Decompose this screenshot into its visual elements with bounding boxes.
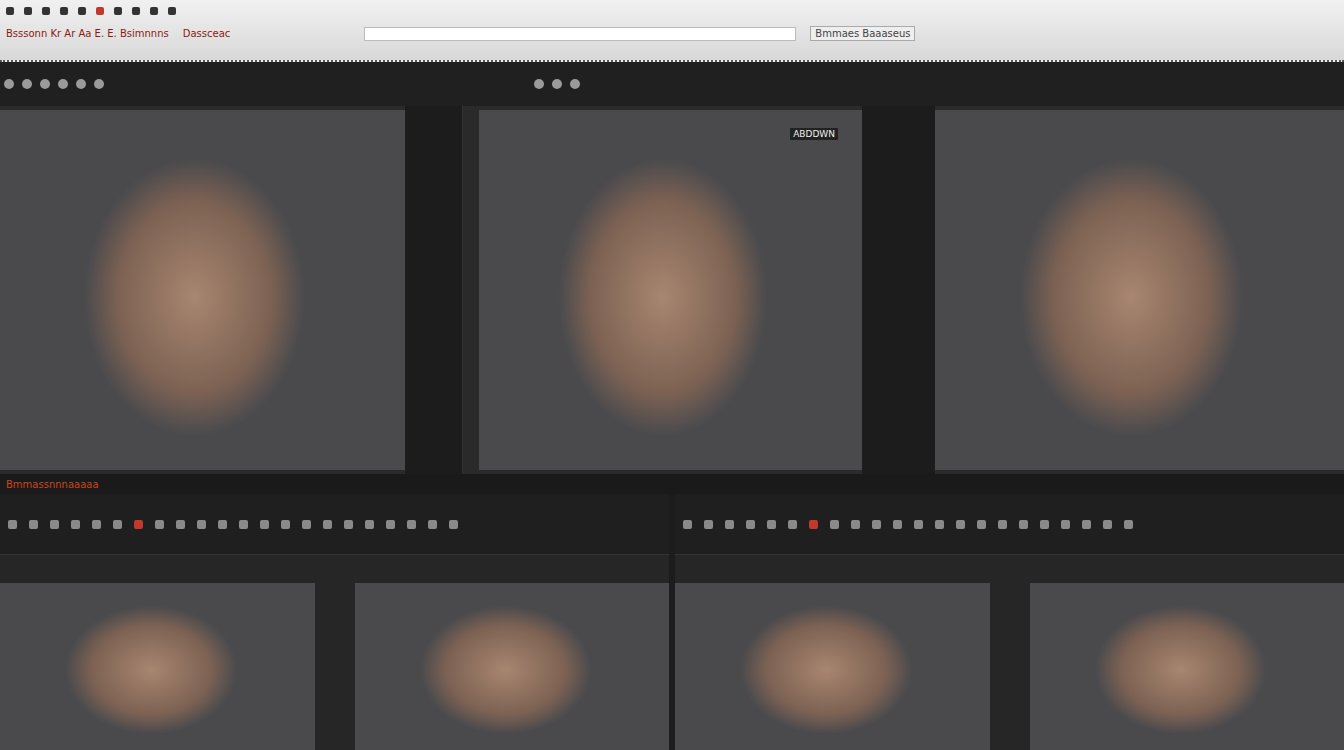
viewport-toolbar: [0, 62, 1344, 106]
tool-icon[interactable]: [302, 520, 311, 529]
tool-icon[interactable]: [155, 520, 164, 529]
view-icon[interactable]: [552, 79, 562, 89]
tool-icon[interactable]: [344, 520, 353, 529]
face-render: [675, 583, 990, 750]
view-icon[interactable]: [570, 79, 580, 89]
view-b[interactable]: [355, 583, 670, 750]
view-icon[interactable]: [22, 79, 32, 89]
tool-icon[interactable]: [407, 520, 416, 529]
tool-icon[interactable]: [132, 7, 140, 15]
front-view[interactable]: [0, 106, 405, 474]
tool-icon[interactable]: [851, 520, 860, 529]
view-d[interactable]: [1030, 583, 1344, 750]
side-view[interactable]: ABDDWN: [462, 106, 862, 474]
tool-icon[interactable]: [50, 520, 59, 529]
view-icon[interactable]: [94, 79, 104, 89]
view-c[interactable]: [675, 583, 990, 750]
tool-icon[interactable]: [150, 7, 158, 15]
tool-icon[interactable]: [260, 520, 269, 529]
tool-icon[interactable]: [788, 520, 797, 529]
field-label[interactable]: Bmmaes Baaaseus: [810, 26, 915, 41]
tool-icon[interactable]: [6, 7, 14, 15]
tool-icon[interactable]: [365, 520, 374, 529]
view-icon[interactable]: [76, 79, 86, 89]
tool-icon[interactable]: [725, 520, 734, 529]
tool-icon[interactable]: [24, 7, 32, 15]
tool-icon[interactable]: [428, 520, 437, 529]
tool-icon[interactable]: [218, 520, 227, 529]
tool-icon[interactable]: [113, 520, 122, 529]
tool-icon[interactable]: [767, 520, 776, 529]
menu-text[interactable]: Bsssonn Kr Ar Aa E. E. Bsimnnns: [6, 28, 169, 39]
right-view[interactable]: [935, 106, 1344, 474]
tool-icon[interactable]: [168, 7, 176, 15]
menu-bar: Bsssonn Kr Ar Aa E. E. Bsimnnns Dassceac B…: [0, 0, 1344, 62]
tool-icon[interactable]: [893, 520, 902, 529]
tool-icon[interactable]: [935, 520, 944, 529]
tool-icon[interactable]: [449, 520, 458, 529]
face-render: [0, 110, 405, 470]
face-render: ABDDWN: [479, 110, 862, 470]
bottom-panel: [675, 494, 1344, 750]
tool-icon[interactable]: [96, 7, 104, 15]
tool-icon[interactable]: [78, 7, 86, 15]
tool-icon[interactable]: [872, 520, 881, 529]
tool-icon[interactable]: [386, 520, 395, 529]
tool-icon[interactable]: [134, 520, 143, 529]
bottom-toolbar: [675, 494, 1344, 555]
tool-icon[interactable]: [956, 520, 965, 529]
view-icon[interactable]: [4, 79, 14, 89]
bottom-panel: [0, 494, 669, 750]
tool-icon[interactable]: [42, 7, 50, 15]
tool-icon[interactable]: [1040, 520, 1049, 529]
view-icon[interactable]: [40, 79, 50, 89]
tool-icon[interactable]: [71, 520, 80, 529]
tool-icon[interactable]: [1019, 520, 1028, 529]
tool-icon[interactable]: [197, 520, 206, 529]
face-render: [355, 583, 670, 750]
tool-icon[interactable]: [176, 520, 185, 529]
face-render: [0, 583, 315, 750]
tool-icon[interactable]: [809, 520, 818, 529]
bottom-toolbar: [0, 494, 669, 555]
tool-icon[interactable]: [977, 520, 986, 529]
tool-icon[interactable]: [1124, 520, 1133, 529]
tool-icon[interactable]: [704, 520, 713, 529]
annotation-label: ABDDWN: [790, 128, 838, 140]
tool-icon[interactable]: [683, 520, 692, 529]
view-icon[interactable]: [534, 79, 544, 89]
bottom-area: [0, 494, 1344, 750]
tool-icon[interactable]: [998, 520, 1007, 529]
tool-icon[interactable]: [323, 520, 332, 529]
face-render: [935, 110, 1344, 470]
search-field[interactable]: [364, 27, 796, 41]
tool-icon[interactable]: [1103, 520, 1112, 529]
tool-icon[interactable]: [1082, 520, 1091, 529]
face-editor-window: Bsssonn Kr Ar Aa E. E. Bsimnnns Dassceac B…: [0, 0, 1344, 750]
viewport-row: ABDDWN: [0, 106, 1344, 474]
tool-icon[interactable]: [239, 520, 248, 529]
view-a[interactable]: [0, 583, 315, 750]
menu-text[interactable]: Dassceac: [183, 28, 231, 39]
tool-icon[interactable]: [60, 7, 68, 15]
status-strip: Bmmassnnnaaaaa: [0, 474, 1344, 494]
tool-icon[interactable]: [281, 520, 290, 529]
tool-icon[interactable]: [914, 520, 923, 529]
tool-icon[interactable]: [746, 520, 755, 529]
status-text: Bmmassnnnaaaaa: [6, 479, 99, 490]
tool-icon[interactable]: [1061, 520, 1070, 529]
tool-icon[interactable]: [114, 7, 122, 15]
tool-icon[interactable]: [830, 520, 839, 529]
tool-icon[interactable]: [29, 520, 38, 529]
view-icon[interactable]: [58, 79, 68, 89]
tool-icon[interactable]: [8, 520, 17, 529]
tool-icon[interactable]: [92, 520, 101, 529]
face-render: [1030, 583, 1344, 750]
